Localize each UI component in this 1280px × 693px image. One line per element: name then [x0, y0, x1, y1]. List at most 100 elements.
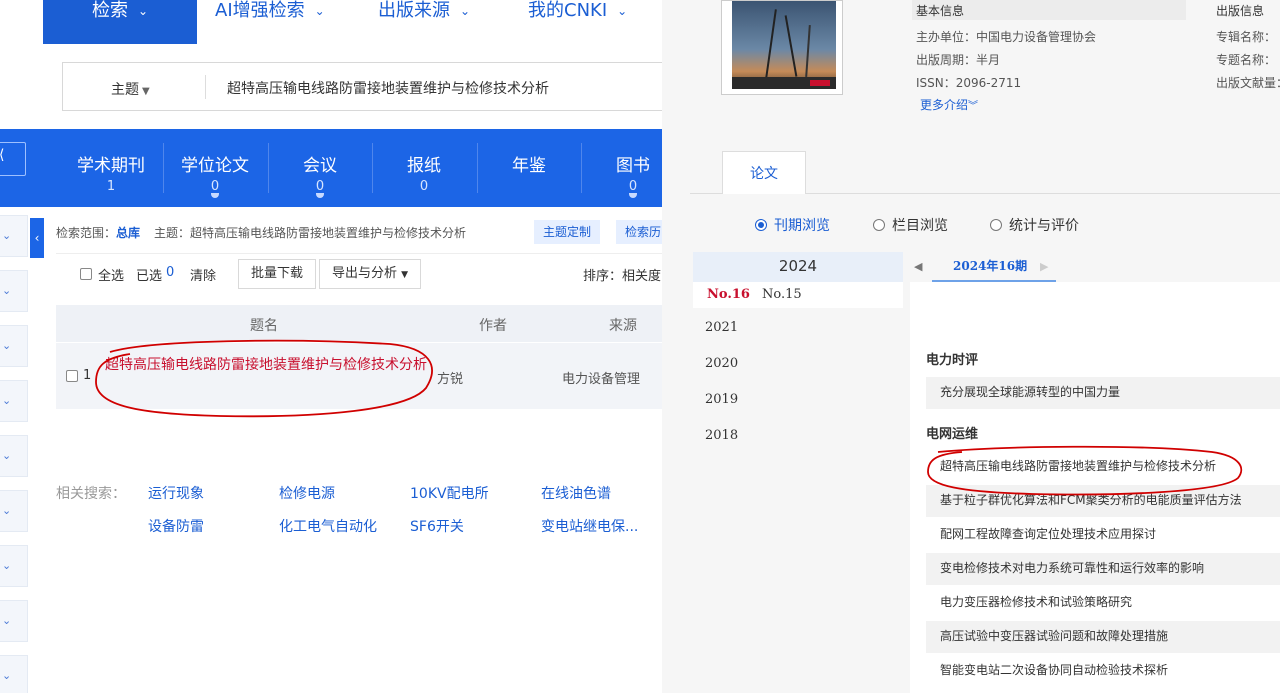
- batch-download-button[interactable]: 批量下载: [238, 259, 317, 289]
- year-current[interactable]: 2024: [693, 252, 903, 282]
- table-of-contents: ◀ 2024年16期 ▶ 电力时评 充分展现全球能源转型的中国力量 电网运维 超…: [910, 252, 1280, 693]
- article-link[interactable]: 高压试验中变压器试验问题和故障处理措施: [926, 621, 1280, 653]
- radio-column-browse[interactable]: 栏目浏览: [873, 215, 948, 235]
- search-input[interactable]: 超特高压输电线路防雷接地装置维护与检修技术分析: [227, 78, 549, 98]
- related-keyword[interactable]: 变电站继电保...: [541, 516, 638, 536]
- results-table-header: 题名 作者 来源: [56, 305, 662, 342]
- scope-db[interactable]: 总库: [116, 226, 140, 240]
- collapse-sidebar-button[interactable]: ‹: [30, 218, 44, 258]
- radio-issue-browse[interactable]: 刊期浏览: [755, 215, 830, 235]
- related-keyword[interactable]: 运行现象: [148, 483, 204, 503]
- filter-icon: ⟨: [0, 147, 4, 163]
- category-yearbook[interactable]: 年鉴: [477, 129, 581, 207]
- year-item[interactable]: 2019: [705, 392, 738, 407]
- facet-item[interactable]: ⌄: [0, 215, 28, 257]
- radio-stats-evaluation[interactable]: 统计与评价: [990, 215, 1079, 235]
- topic-custom-button[interactable]: 主题定制: [534, 220, 601, 244]
- article-link[interactable]: 变电检修技术对电力系统可靠性和运行效率的影响: [926, 553, 1280, 585]
- radio-dot: [990, 219, 1002, 231]
- category-newspaper[interactable]: 报纸 0: [372, 129, 476, 207]
- facet-item[interactable]: ⌄: [0, 545, 28, 587]
- search-results-pane: 检索 ⌄ AI增强检索 ⌄ 出版来源 ⌄ 我的CNKI ⌄ 主题 ▼ 超特高压输电…: [0, 0, 662, 693]
- article-link[interactable]: 超特高压输电线路防雷接地装置维护与检修技术分析: [926, 451, 1280, 483]
- export-analysis-button[interactable]: 导出与分析 ▼: [319, 259, 422, 289]
- category-count: 1: [106, 179, 116, 194]
- chevron-down-icon: ⌄: [2, 614, 12, 627]
- nav-search[interactable]: 检索 ⌄: [43, 0, 197, 44]
- facet-item[interactable]: ⌄: [0, 600, 28, 642]
- nav-my-cnki[interactable]: 我的CNKI ⌄: [528, 0, 627, 44]
- chevron-left-icon: ‹: [34, 231, 40, 245]
- category-count: 0: [628, 179, 638, 194]
- facet-item[interactable]: ⌄: [0, 325, 28, 367]
- article-link[interactable]: 充分展现全球能源转型的中国力量: [926, 377, 1280, 409]
- related-keyword[interactable]: 在线油色谱: [541, 483, 611, 503]
- header-source[interactable]: 来源: [609, 315, 637, 335]
- next-issue-button[interactable]: ▶: [1040, 260, 1048, 273]
- related-keyword[interactable]: 10KV配电所: [410, 483, 489, 503]
- issue-item-current[interactable]: No.16: [707, 287, 750, 302]
- category-toggle[interactable]: ⟨: [0, 142, 26, 176]
- category-name: 学术期刊: [77, 156, 145, 176]
- select-all-label[interactable]: 全选: [98, 265, 124, 284]
- chevron-down-icon: ⌄: [2, 669, 12, 682]
- prev-issue-button[interactable]: ◀: [914, 260, 922, 273]
- category-name: 年鉴: [512, 156, 546, 176]
- issue-item[interactable]: No.15: [762, 287, 802, 302]
- result-source-link[interactable]: 电力设备管理: [562, 368, 640, 387]
- article-link[interactable]: 配网工程故障查询定位处理技术应用探讨: [926, 519, 1280, 551]
- category-count: 0: [315, 179, 325, 194]
- category-book[interactable]: 图书 0: [581, 129, 662, 207]
- category-name: 报纸: [407, 156, 441, 176]
- related-searches: 相关搜索： 运行现象 检修电源 10KV配电所 在线油色谱 设备防雷 化工电气自…: [56, 483, 662, 543]
- category-conference[interactable]: 会议 0: [268, 129, 372, 207]
- result-title-link[interactable]: 超特高压输电线路防雷接地装置维护与检修技术分析: [105, 355, 435, 375]
- cover-photo: [732, 1, 836, 89]
- facet-item[interactable]: ⌄: [0, 270, 28, 312]
- header-title[interactable]: 题名: [250, 315, 278, 335]
- more-intro-label: 更多介绍: [920, 98, 969, 112]
- select-all-checkbox[interactable]: [80, 268, 92, 280]
- year-list: 2024 No.16 No.15 2021 2020 2019 2018: [693, 252, 903, 693]
- year-item[interactable]: 2021: [705, 320, 738, 335]
- sponsor-info: 主办单位：中国电力设备管理协会: [916, 30, 1097, 44]
- related-keyword[interactable]: 检修电源: [279, 483, 335, 503]
- caret-down-icon: ▼: [142, 86, 150, 97]
- category-thesis[interactable]: 学位论文 0: [163, 129, 267, 207]
- search-field-select[interactable]: 主题 ▼: [111, 79, 150, 99]
- search-field-label: 主题: [111, 82, 139, 98]
- clear-button[interactable]: 清除: [190, 265, 216, 284]
- category-journal[interactable]: 学术期刊 1: [59, 129, 163, 207]
- related-keyword[interactable]: SF6开关: [410, 516, 464, 536]
- chevron-down-icon: ⌄: [2, 394, 12, 407]
- sort-label[interactable]: 排序：相关度: [583, 265, 661, 284]
- tab-papers[interactable]: 论文: [722, 151, 806, 194]
- nav-ai-search[interactable]: AI增强检索 ⌄: [215, 0, 325, 44]
- radio-label: 刊期浏览: [774, 218, 830, 234]
- result-author-link[interactable]: 方锐: [437, 368, 463, 387]
- facet-item[interactable]: ⌄: [0, 435, 28, 477]
- article-link[interactable]: 电力变压器检修技术和试验策略研究: [926, 587, 1280, 619]
- related-keyword[interactable]: 化工电气自动化: [279, 516, 377, 536]
- table-row: 1 超特高压输电线路防雷接地装置维护与检修技术分析 方锐 电力设备管理: [56, 343, 662, 409]
- article-link[interactable]: 智能变电站二次设备协同自动检验技术探析: [926, 655, 1280, 687]
- journal-cover-image[interactable]: [721, 0, 843, 95]
- article-link[interactable]: 基于粒子群优化算法和FCM聚类分析的电能质量评估方法: [926, 485, 1280, 517]
- scope-label: 检索范围：: [56, 226, 117, 240]
- publication-info-heading: 出版信息: [1216, 4, 1265, 18]
- facet-item[interactable]: ⌄: [0, 490, 28, 532]
- facet-item[interactable]: ⌄: [0, 655, 28, 693]
- header-author[interactable]: 作者: [479, 315, 507, 335]
- current-issue-tab[interactable]: 2024年16期: [932, 252, 1056, 282]
- issue-list: No.16 No.15: [693, 282, 903, 308]
- year-item[interactable]: 2018: [705, 428, 738, 443]
- row-checkbox[interactable]: [66, 370, 78, 382]
- issue-navigation: ◀ 2024年16期 ▶: [910, 252, 1280, 282]
- related-keyword[interactable]: 设备防雷: [148, 516, 204, 536]
- more-intro-link[interactable]: 更多介绍︾: [920, 96, 978, 113]
- facet-item[interactable]: ⌄: [0, 380, 28, 422]
- year-item[interactable]: 2020: [705, 356, 738, 371]
- category-name: 会议: [303, 156, 337, 176]
- nav-publication-source[interactable]: 出版来源 ⌄: [378, 0, 470, 44]
- search-history-button[interactable]: 检索历: [616, 220, 662, 244]
